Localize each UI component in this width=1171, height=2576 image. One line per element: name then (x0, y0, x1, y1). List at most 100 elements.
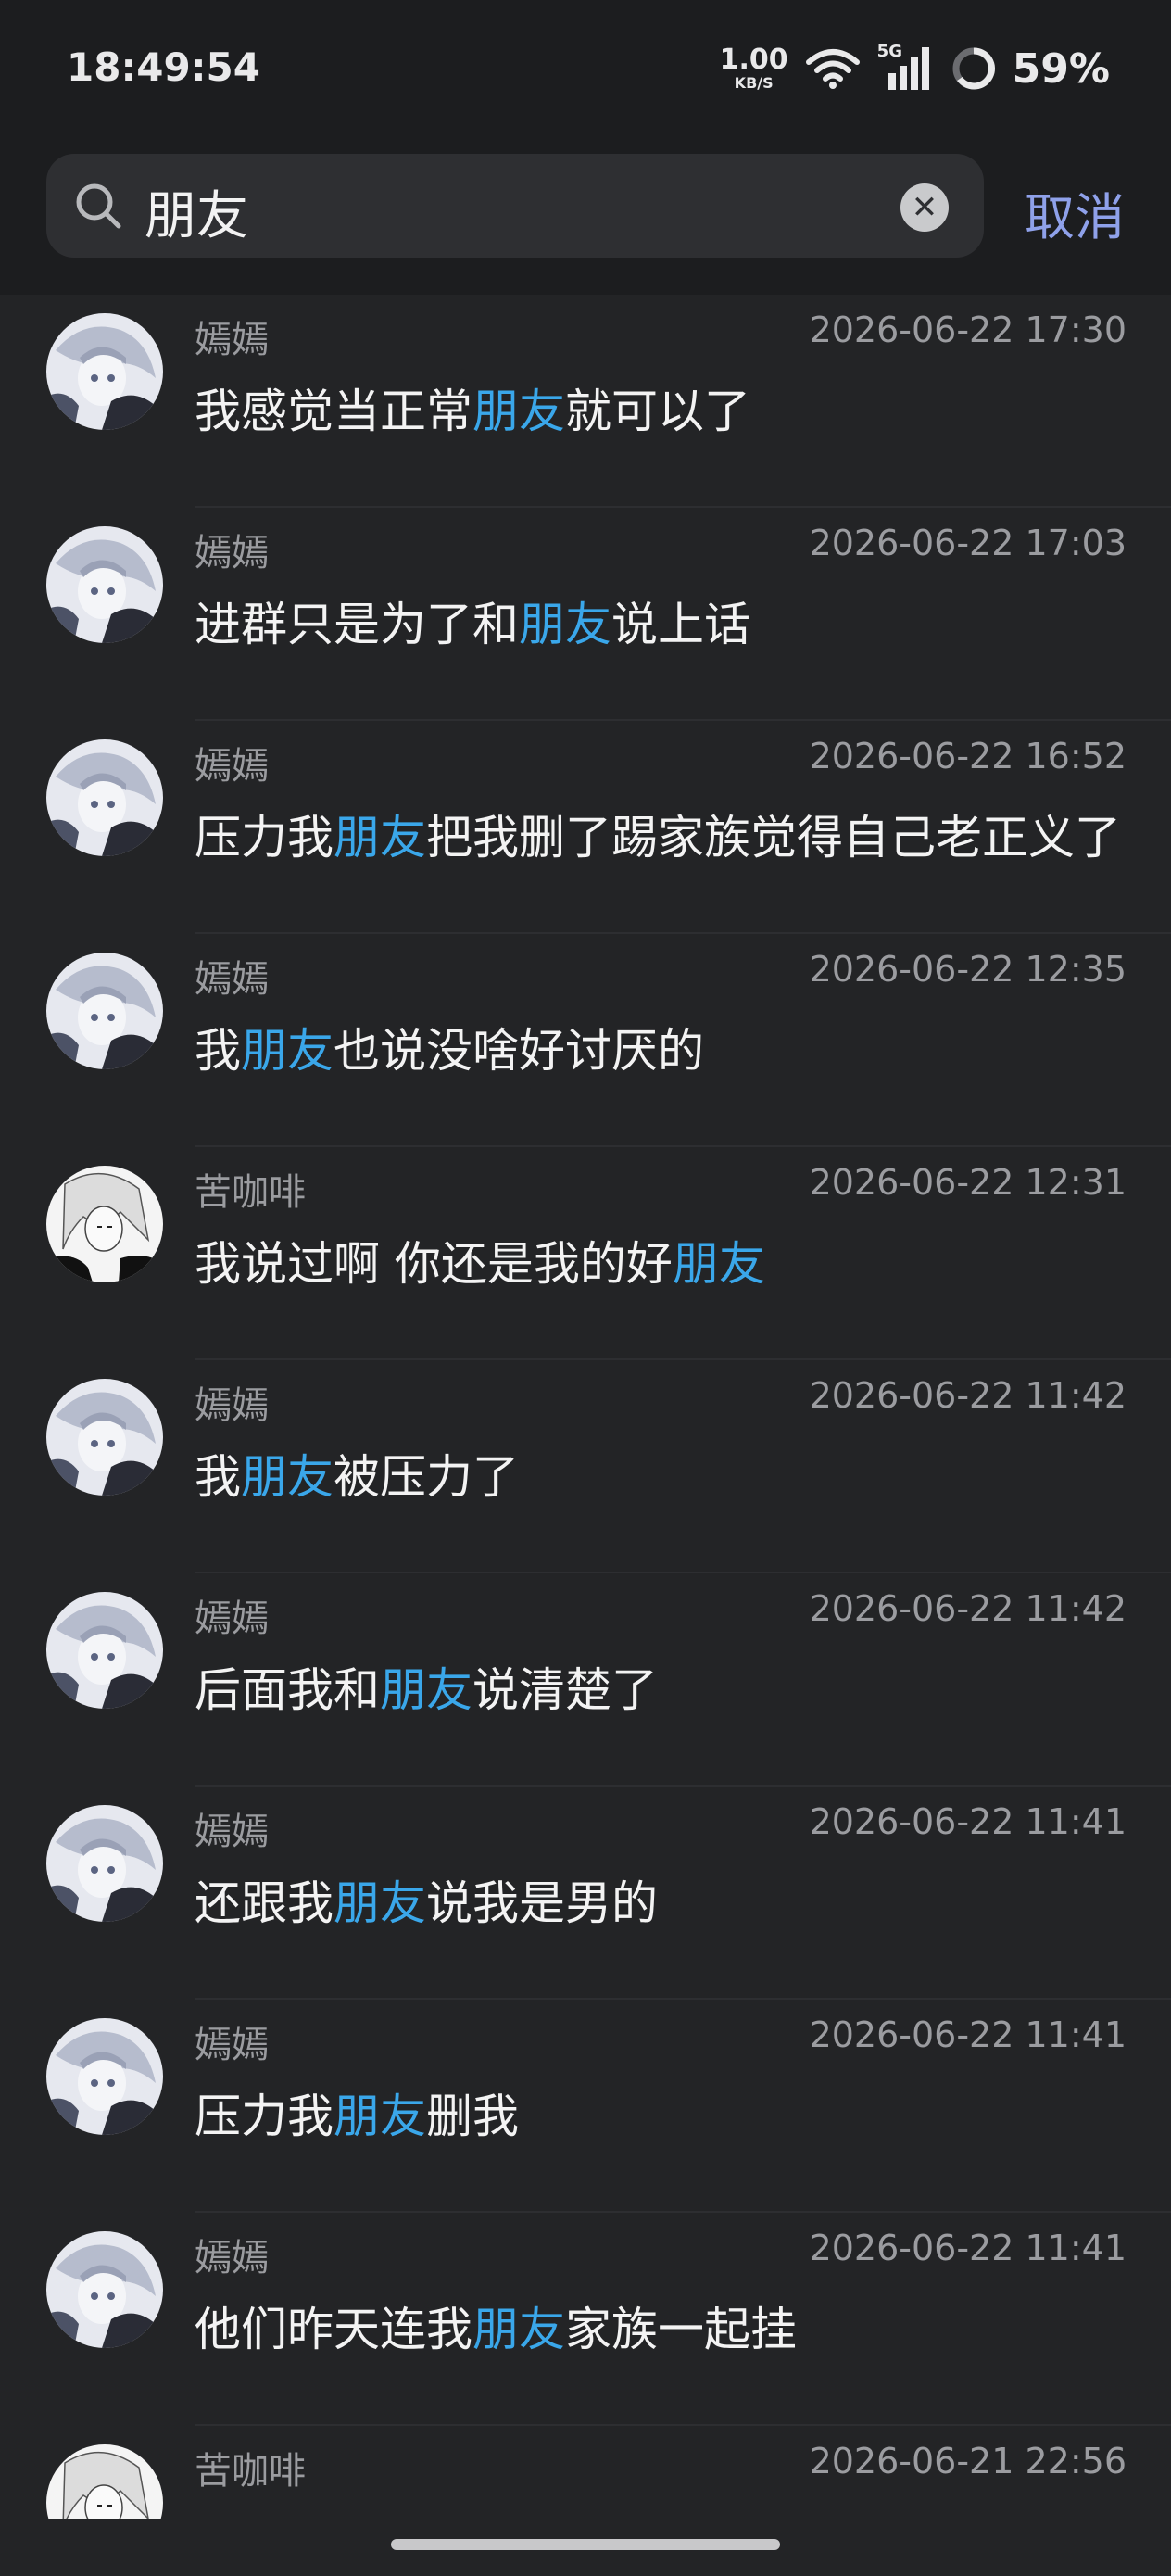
keyword-highlight: 朋友 (472, 2303, 565, 2356)
message-timestamp: 2026-06-22 11:41 (809, 2228, 1127, 2268)
search-input[interactable]: 朋友 (145, 174, 248, 249)
message-text-before: 后面我和 (195, 1663, 380, 1717)
result-item[interactable]: 嫣嫣 2026-06-22 17:30 我感觉当正常朋友就可以了 (0, 295, 1171, 508)
keyword-highlight: 朋友 (241, 1024, 334, 1078)
keyword-highlight: 朋友 (672, 1237, 765, 1291)
result-item[interactable]: 苦咖啡 2026-06-22 12:31 我说过啊 你还是我的好朋友 (0, 1147, 1171, 1360)
message-text-after: 把我删了踢家族觉得自己老正义了 (426, 811, 1121, 865)
message-text: 我感觉当正常朋友就可以了 (195, 374, 750, 441)
sender-name: 嫣嫣 (195, 1384, 269, 1427)
search-box[interactable]: 朋友 ✕ (46, 154, 984, 258)
avatar[interactable] (46, 1379, 163, 1496)
message-timestamp: 2026-06-22 12:31 (809, 1162, 1127, 1203)
sender-name: 嫣嫣 (195, 532, 269, 575)
result-item[interactable]: 嫣嫣 2026-06-22 12:35 我朋友也说没啥好讨厌的 (0, 934, 1171, 1147)
message-timestamp: 2026-06-21 22:56 (809, 2441, 1127, 2481)
result-item[interactable]: 嫣嫣 2026-06-22 11:41 还跟我朋友说我是男的 (0, 1787, 1171, 2000)
message-timestamp: 2026-06-22 17:30 (809, 309, 1127, 350)
home-indicator[interactable] (391, 2539, 780, 2550)
signal-group: 5G (877, 42, 935, 92)
message-text: 压力我朋友把我删了踢家族觉得自己老正义了 (195, 801, 1121, 867)
keyword-highlight: 朋友 (334, 2090, 426, 2143)
message-text-after: 说上话 (611, 598, 750, 651)
message-text-after: 说我是男的 (426, 1876, 658, 1930)
message-text-after: 删我 (426, 2090, 519, 2143)
message-timestamp: 2026-06-22 17:03 (809, 523, 1127, 563)
message-text-after: 就可以了 (565, 385, 750, 438)
message-text: 广播出好嫣嫣也罢你都是我的好朋友 (195, 2506, 936, 2519)
keyword-highlight: 朋友 (380, 1663, 472, 1717)
message-timestamp: 2026-06-22 12:35 (809, 949, 1127, 990)
avatar[interactable] (46, 953, 163, 1069)
message-text-before: 我说过啊 你还是我的好 (195, 1237, 673, 1291)
sender-name: 嫣嫣 (195, 1811, 269, 1853)
message-text-before: 我感觉当正常 (195, 385, 472, 438)
cancel-button[interactable]: 取消 (1025, 176, 1125, 249)
sender-name: 苦咖啡 (195, 1171, 306, 1214)
avatar[interactable] (46, 1592, 163, 1709)
sender-name: 嫣嫣 (195, 319, 269, 361)
wifi-icon (805, 49, 860, 89)
message-text-before: 进群只是为了和 (195, 598, 519, 651)
avatar[interactable] (46, 739, 163, 856)
signal-icon (888, 47, 929, 90)
result-item[interactable]: 嫣嫣 2026-06-22 11:41 压力我朋友删我 (0, 2000, 1171, 2213)
message-text: 我朋友被压力了 (195, 1440, 519, 1507)
message-text: 我朋友也说没啥好讨厌的 (195, 1014, 704, 1080)
message-timestamp: 2026-06-22 11:41 (809, 2014, 1127, 2055)
message-text-after: 说清楚了 (472, 1663, 658, 1717)
avatar[interactable] (46, 2444, 163, 2519)
battery-percent: 59% (1012, 44, 1110, 93)
avatar[interactable] (46, 1166, 163, 1282)
keyword-highlight: 朋友 (843, 2516, 936, 2519)
close-icon: ✕ (911, 189, 938, 226)
search-header: 朋友 ✕ 取消 (0, 139, 1171, 295)
message-text-after: 也说没啥好讨厌的 (334, 1024, 704, 1078)
avatar[interactable] (46, 526, 163, 643)
search-icon (76, 183, 121, 229)
avatar[interactable] (46, 313, 163, 430)
message-text: 压力我朋友删我 (195, 2079, 519, 2146)
result-item[interactable]: 嫣嫣 2026-06-22 11:42 后面我和朋友说清楚了 (0, 1573, 1171, 1787)
result-item[interactable]: 嫣嫣 2026-06-22 17:03 进群只是为了和朋友说上话 (0, 508, 1171, 721)
message-text-before: 我 (195, 1024, 241, 1078)
message-text-before: 压力我 (195, 2090, 334, 2143)
message-timestamp: 2026-06-22 11:42 (809, 1588, 1127, 1629)
avatar[interactable] (46, 1805, 163, 1922)
result-item[interactable]: 嫣嫣 2026-06-22 16:52 压力我朋友把我删了踢家族觉得自己老正义了 (0, 721, 1171, 934)
avatar[interactable] (46, 2018, 163, 2135)
net-speed-unit: KB/S (734, 74, 774, 92)
message-text-before: 还跟我 (195, 1876, 334, 1930)
message-timestamp: 2026-06-22 11:41 (809, 1801, 1127, 1842)
sender-name: 嫣嫣 (195, 1597, 269, 1640)
search-results-list: 嫣嫣 2026-06-22 17:30 我感觉当正常朋友就可以了 嫣嫣 2026-06… (0, 295, 1171, 2519)
message-text-before: 我 (195, 1450, 241, 1504)
status-icons: 1.00 KB/S 5G 59% (720, 41, 1110, 96)
keyword-highlight: 朋友 (334, 811, 426, 865)
message-text: 他们昨天连我朋友家族一起挂 (195, 2292, 797, 2359)
message-text-after: 被压力了 (334, 1450, 519, 1504)
result-item[interactable]: 嫣嫣 2026-06-22 11:42 我朋友被压力了 (0, 1360, 1171, 1573)
status-time: 18:49:54 (67, 44, 260, 90)
message-text: 还跟我朋友说我是男的 (195, 1866, 658, 1933)
keyword-highlight: 朋友 (334, 1876, 426, 1930)
net-speed: 1.00 KB/S (720, 46, 788, 91)
result-item[interactable]: 嫣嫣 2026-06-22 11:41 他们昨天连我朋友家族一起挂 (0, 2213, 1171, 2426)
keyword-highlight: 朋友 (519, 598, 611, 651)
message-text: 我说过啊 你还是我的好朋友 (195, 1227, 765, 1294)
message-text: 后面我和朋友说清楚了 (195, 1653, 658, 1720)
message-timestamp: 2026-06-22 16:52 (809, 736, 1127, 777)
sender-name: 苦咖啡 (195, 2450, 306, 2493)
clear-search-button[interactable]: ✕ (900, 183, 949, 232)
sender-name: 嫣嫣 (195, 2024, 269, 2066)
keyword-highlight: 朋友 (241, 1450, 334, 1504)
avatar[interactable] (46, 2231, 163, 2348)
sender-name: 嫣嫣 (195, 745, 269, 788)
result-item[interactable]: 苦咖啡 2026-06-21 22:56 广播出好嫣嫣也罢你都是我的好朋友 (0, 2426, 1171, 2519)
keyword-highlight: 朋友 (472, 385, 565, 438)
message-text: 进群只是为了和朋友说上话 (195, 587, 750, 654)
message-text-before: 压力我 (195, 811, 334, 865)
sender-name: 嫣嫣 (195, 2237, 269, 2279)
message-text-before: 广播出好嫣嫣也罢你都是我的好 (195, 2516, 843, 2519)
battery-ring-icon (952, 47, 995, 90)
